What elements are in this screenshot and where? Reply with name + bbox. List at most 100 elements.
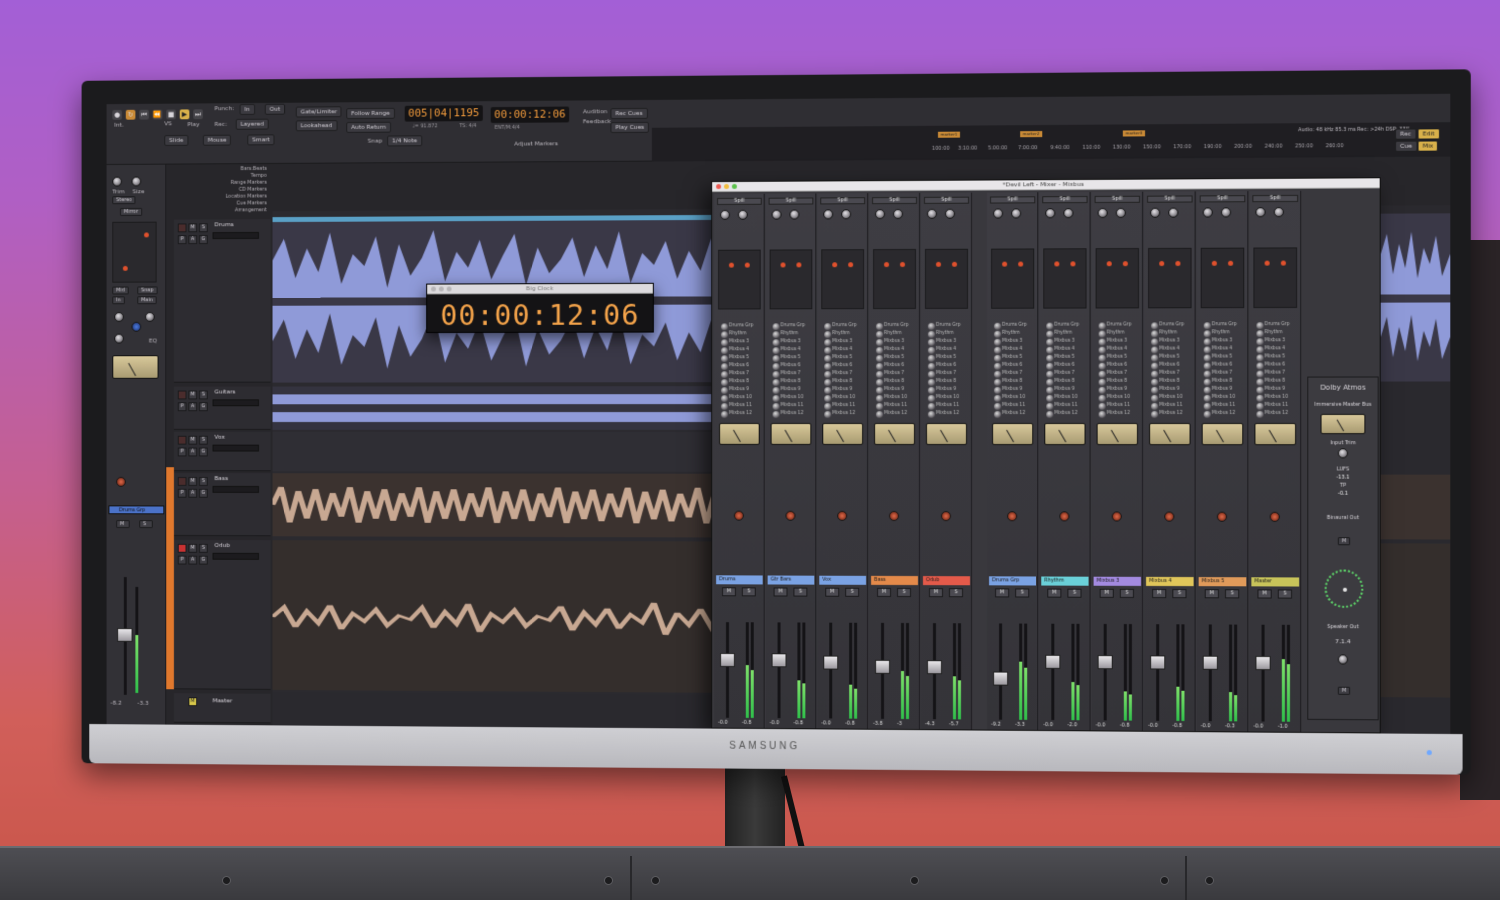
mute-button[interactable]: M: [1100, 589, 1114, 598]
send-knob[interactable]: [824, 347, 831, 354]
send-row[interactable]: Mixbus 12: [1097, 411, 1137, 417]
size-knob[interactable]: [132, 177, 142, 187]
automation-button[interactable]: A: [188, 402, 197, 411]
stereo-panner-pad[interactable]: [1253, 247, 1297, 308]
size-knob[interactable]: [1168, 208, 1178, 218]
send-row[interactable]: Mixbus 8: [1044, 379, 1084, 385]
eq-knob[interactable]: [114, 312, 124, 322]
send-row[interactable]: Mixbus 12: [1044, 411, 1084, 417]
fader-track[interactable]: [1262, 625, 1265, 722]
trim-knob[interactable]: [1203, 207, 1213, 217]
send-row[interactable]: Mixbus 11: [1044, 403, 1084, 409]
send-row[interactable]: Mixbus 10: [1149, 395, 1189, 401]
solo-button[interactable]: S: [1278, 589, 1292, 598]
send-knob[interactable]: [1046, 403, 1053, 410]
send-knob[interactable]: [773, 411, 780, 418]
send-knob[interactable]: [1099, 339, 1106, 346]
binaural-mute-button[interactable]: M: [1338, 537, 1351, 545]
send-knob[interactable]: [1256, 322, 1263, 329]
send-knob[interactable]: [1099, 395, 1106, 402]
send-knob[interactable]: [1099, 403, 1106, 410]
send-knob[interactable]: [876, 411, 883, 418]
send-row[interactable]: Rhythm: [874, 331, 914, 337]
send-row[interactable]: Mixbus 12: [992, 411, 1032, 417]
stereo-panner-pad[interactable]: [770, 249, 813, 309]
send-row[interactable]: Mixbus 5: [926, 355, 966, 361]
send-knob[interactable]: [876, 403, 883, 410]
send-knob[interactable]: [1099, 371, 1106, 378]
send-knob[interactable]: [928, 371, 935, 378]
send-knob[interactable]: [1099, 323, 1106, 330]
spill-button[interactable]: Spill: [820, 197, 865, 204]
send-row[interactable]: Mixbus 6: [719, 363, 759, 369]
send-knob[interactable]: [721, 339, 728, 346]
send-row[interactable]: Mixbus 8: [926, 379, 966, 385]
send-row[interactable]: Mixbus 5: [1097, 355, 1137, 361]
send-row[interactable]: Drums Grp: [822, 323, 862, 329]
send-row[interactable]: Mixbus 9: [874, 387, 914, 393]
record-arm-button[interactable]: [178, 436, 187, 445]
send-row[interactable]: Mixbus 3: [719, 339, 759, 345]
mixer-window[interactable]: *Devil Left - Mixer - Mixbus Spill Drums …: [711, 177, 1381, 733]
fader-track[interactable]: [829, 623, 832, 719]
send-row[interactable]: Mixbus 8: [771, 379, 811, 385]
send-row[interactable]: Mixbus 11: [1097, 403, 1137, 409]
send-knob[interactable]: [824, 331, 831, 338]
rec-mode-select[interactable]: Layered: [236, 119, 269, 130]
send-knob[interactable]: [1099, 411, 1106, 418]
trim-knob[interactable]: [1255, 207, 1265, 217]
strip-name[interactable]: Mixbus 3: [1094, 577, 1141, 586]
pan-knob[interactable]: [1007, 511, 1017, 521]
stop-icon[interactable]: ■: [166, 110, 176, 120]
track-header-master[interactable]: M Master: [174, 693, 271, 723]
strip-name[interactable]: Rhythm: [1041, 577, 1088, 586]
punch-in-button[interactable]: In: [240, 104, 255, 115]
send-knob[interactable]: [1046, 379, 1053, 386]
send-row[interactable]: Mixbus 6: [1149, 363, 1189, 369]
strip-name[interactable]: Drums: [716, 575, 763, 584]
send-knob[interactable]: [1256, 346, 1263, 353]
send-row[interactable]: Mixbus 5: [822, 355, 862, 361]
solo-button[interactable]: S: [1225, 589, 1239, 598]
stereo-panner-pad[interactable]: [718, 250, 761, 310]
fader-cap[interactable]: [1045, 655, 1060, 669]
spill-button[interactable]: Spill: [924, 197, 969, 204]
pan-knob[interactable]: [837, 511, 847, 521]
send-knob[interactable]: [1256, 411, 1263, 418]
send-knob[interactable]: [876, 371, 883, 378]
send-row[interactable]: Rhythm: [992, 331, 1032, 337]
solo-button[interactable]: S: [1067, 589, 1081, 598]
send-row[interactable]: Mixbus 10: [992, 395, 1032, 401]
mute-button[interactable]: M: [1047, 589, 1061, 598]
playlist-button[interactable]: P: [178, 556, 187, 565]
send-row[interactable]: Mixbus 3: [1044, 339, 1084, 345]
send-knob[interactable]: [1046, 363, 1053, 370]
mix-tab[interactable]: Mix: [1418, 140, 1439, 151]
send-row[interactable]: Mixbus 3: [992, 339, 1032, 345]
send-knob[interactable]: [1046, 347, 1053, 354]
automation-button[interactable]: A: [188, 235, 197, 244]
send-knob[interactable]: [928, 395, 935, 402]
smart-mode-button[interactable]: Smart: [247, 134, 274, 145]
send-knob[interactable]: [721, 355, 728, 362]
start-icon[interactable]: ⏮: [139, 110, 149, 120]
send-row[interactable]: Mixbus 6: [926, 363, 966, 369]
send-row[interactable]: Mixbus 3: [1097, 339, 1137, 345]
send-knob[interactable]: [824, 411, 831, 418]
send-row[interactable]: Rhythm: [926, 331, 966, 337]
send-knob[interactable]: [1046, 395, 1053, 402]
rec-cues-button[interactable]: Rec Cues: [610, 108, 647, 119]
send-knob[interactable]: [773, 347, 780, 354]
send-row[interactable]: Mixbus 9: [771, 387, 811, 393]
stereo-panner-pad[interactable]: [925, 249, 968, 309]
trim-knob[interactable]: [720, 210, 730, 220]
record-arm-button[interactable]: [178, 391, 187, 400]
strip-name[interactable]: Mixbus 5: [1199, 577, 1247, 586]
fader-track[interactable]: [778, 622, 781, 718]
fader-track[interactable]: [1104, 624, 1107, 720]
send-knob[interactable]: [721, 331, 728, 338]
pan-dot[interactable]: [1054, 261, 1059, 266]
send-knob[interactable]: [928, 379, 935, 386]
send-knob[interactable]: [824, 403, 831, 410]
send-row[interactable]: Mixbus 7: [992, 371, 1032, 377]
